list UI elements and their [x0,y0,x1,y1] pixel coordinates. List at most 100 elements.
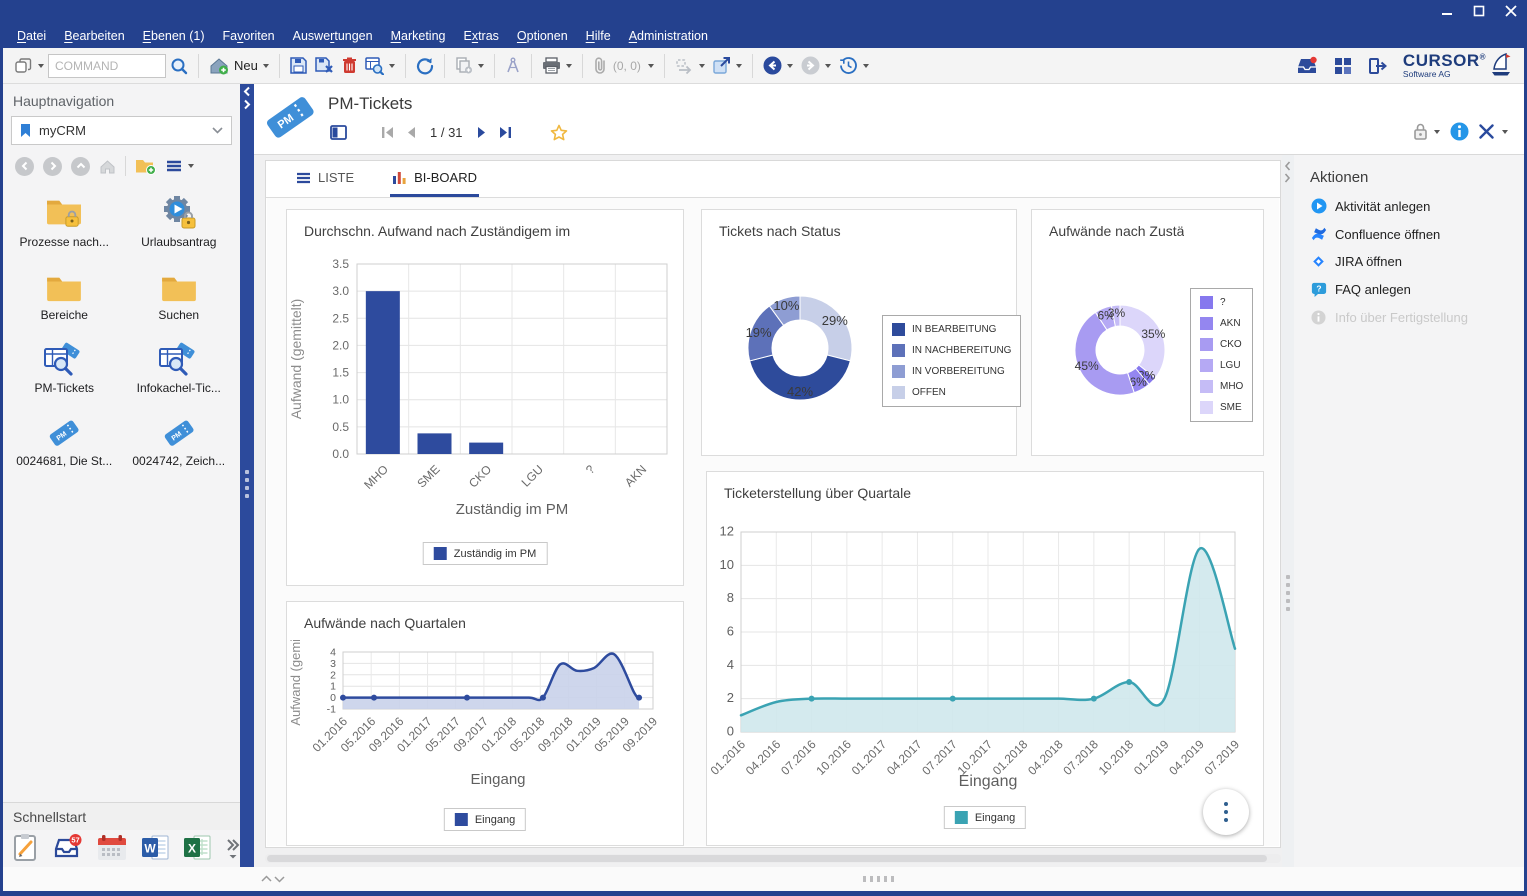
svg-text:MHO: MHO [361,462,391,492]
quickstart-title: Schnellstart [3,802,240,830]
next-record-button[interactable] [477,126,487,139]
quickstart-more-button[interactable] [225,837,240,859]
status-strip [3,867,1524,891]
new-folder-button[interactable] [135,157,157,175]
open-external-button[interactable] [710,55,745,76]
action-faq-anlegen[interactable]: ?FAQ anlegen [1310,281,1524,298]
sidebar: Hauptnavigation myCRM Prozesse nach...Ur… [3,84,240,867]
chevron-down-icon [212,127,223,134]
info-button[interactable] [1450,122,1469,141]
nav-forward-button[interactable] [43,157,62,176]
navigate-back-button[interactable] [760,54,796,77]
folder-icon [45,265,83,303]
menu-hilfe[interactable]: Hilfe [577,29,620,43]
legend-item-: ? [1200,296,1243,309]
action-label: Confluence öffnen [1335,227,1440,242]
quickstart-calendar-button[interactable] [97,834,127,861]
new-record-button[interactable]: Neu [206,55,272,77]
refresh-button[interactable] [413,55,437,77]
quickstart-notes-button[interactable] [13,833,39,862]
menu-optionen[interactable]: Optionen [508,29,577,43]
logout-button[interactable] [1368,57,1387,75]
horizontal-scrollbar[interactable] [265,854,1281,863]
close-window-button[interactable] [1505,5,1517,17]
svg-text:1.0: 1.0 [332,393,349,407]
workspace-name: myCRM [39,123,86,138]
scrollbar-thumb[interactable] [267,855,1267,862]
svg-text:Eingang: Eingang [959,773,1018,790]
minimize-button[interactable] [1441,5,1453,17]
chart-title: Aufwände nach Zustä [1049,223,1184,239]
first-record-button[interactable] [381,126,394,139]
save-close-button[interactable] [312,55,337,76]
command-search-button[interactable] [167,55,191,77]
sidebar-item-label: Urlaubsantrag [141,235,216,249]
expand-right-icon[interactable] [242,99,252,110]
resize-grip[interactable] [863,876,894,882]
sidebar-item-pm-tickets[interactable]: PM-Tickets [7,338,122,395]
modules-grid-button[interactable] [1334,57,1352,75]
sidebar-item-prozesse-nach[interactable]: Prozesse nach... [7,192,122,249]
workspace-select[interactable]: myCRM [11,116,232,145]
history-button[interactable] [836,54,872,77]
last-record-button[interactable] [499,126,512,139]
chart-options-fab[interactable] [1203,789,1249,835]
menu-auswertungen[interactable]: Auswertungen [284,29,382,43]
menu-ebenen-1[interactable]: Ebenen (1) [134,29,214,43]
nav-up-button[interactable] [71,157,90,176]
svg-text:2: 2 [330,669,336,681]
copy-record-button[interactable] [452,55,487,76]
scroll-up-down-buttons[interactable] [260,873,286,885]
sidebar-item-urlaubsantrag[interactable]: Urlaubsantrag [122,192,237,249]
tab-bi-board[interactable]: BI-BOARD [390,161,479,197]
save-button[interactable] [287,55,310,76]
toggle-detail-panel-button[interactable] [330,125,347,140]
menu-datei[interactable]: Datei [8,29,55,43]
actions-splitter[interactable] [1282,155,1294,867]
view-menu-button[interactable] [166,160,194,172]
menu-bearbeiten[interactable]: Bearbeiten [55,29,133,43]
maximize-button[interactable] [1473,5,1485,17]
navigate-forward-button[interactable] [798,54,834,77]
menu-administration[interactable]: Administration [620,29,717,43]
menu-favoriten[interactable]: Favoriten [214,29,284,43]
delete-button[interactable] [339,55,360,76]
app-window: DateiBearbeitenEbenen (1)FavoritenAuswer… [0,0,1527,896]
sidebar-item-bereiche[interactable]: Bereiche [7,265,122,322]
sidebar-item-0024681-die-st[interactable]: PM0024681, Die St... [7,411,122,468]
expand-panel-icon[interactable] [1283,173,1292,183]
attachments-button[interactable]: (0, 0) [590,55,657,76]
window-switch-button[interactable] [12,56,47,76]
sidebar-item-infokachel-tic[interactable]: Infokachel-Tic... [122,338,237,395]
previous-record-button[interactable] [406,126,416,139]
quickstart-word-button[interactable]: W [141,834,169,861]
nav-back-button[interactable] [15,157,34,176]
inbox-notifications-button[interactable] [1296,56,1318,75]
nav-home-button[interactable] [99,159,116,174]
action-confluence-ffnen[interactable]: Confluence öffnen [1310,226,1524,242]
sidebar-item-0024742-zeich[interactable]: PM0024742, Zeich... [122,411,237,468]
chart-legend: IN BEARBEITUNGIN NACHBEREITUNGIN VORBERE… [882,315,1021,407]
search-records-button[interactable] [362,55,398,77]
command-input[interactable] [48,54,166,78]
sidebar-splitter[interactable] [240,84,254,867]
close-record-button[interactable] [1479,124,1508,139]
favorite-star-button[interactable] [550,124,568,141]
action-jira-ffnen[interactable]: JIRA öffnen [1310,254,1524,269]
menu-marketing[interactable]: Marketing [382,29,455,43]
tab-liste[interactable]: LISTE [294,161,356,197]
sidebar-item-suchen[interactable]: Suchen [122,265,237,322]
quickstart-excel-button[interactable]: X [183,834,211,861]
transfer-button[interactable] [672,55,708,76]
panel-status-donut: Tickets nach Status 29%42%19%10% IN BEAR… [701,209,1017,456]
action-aktivit-t-anlegen[interactable]: Aktivität anlegen [1310,198,1524,214]
lock-record-button[interactable] [1413,123,1440,140]
svg-text:29%: 29% [822,313,848,328]
svg-text:07.2019: 07.2019 [1202,737,1243,778]
print-button[interactable] [539,55,575,76]
collapse-left-icon[interactable] [242,86,252,97]
compass-tools-button[interactable] [502,55,524,76]
collapse-panel-icon[interactable] [1283,161,1292,171]
quickstart-inbox-button[interactable]: 57 [53,834,83,861]
menu-extras[interactable]: Extras [454,29,507,43]
